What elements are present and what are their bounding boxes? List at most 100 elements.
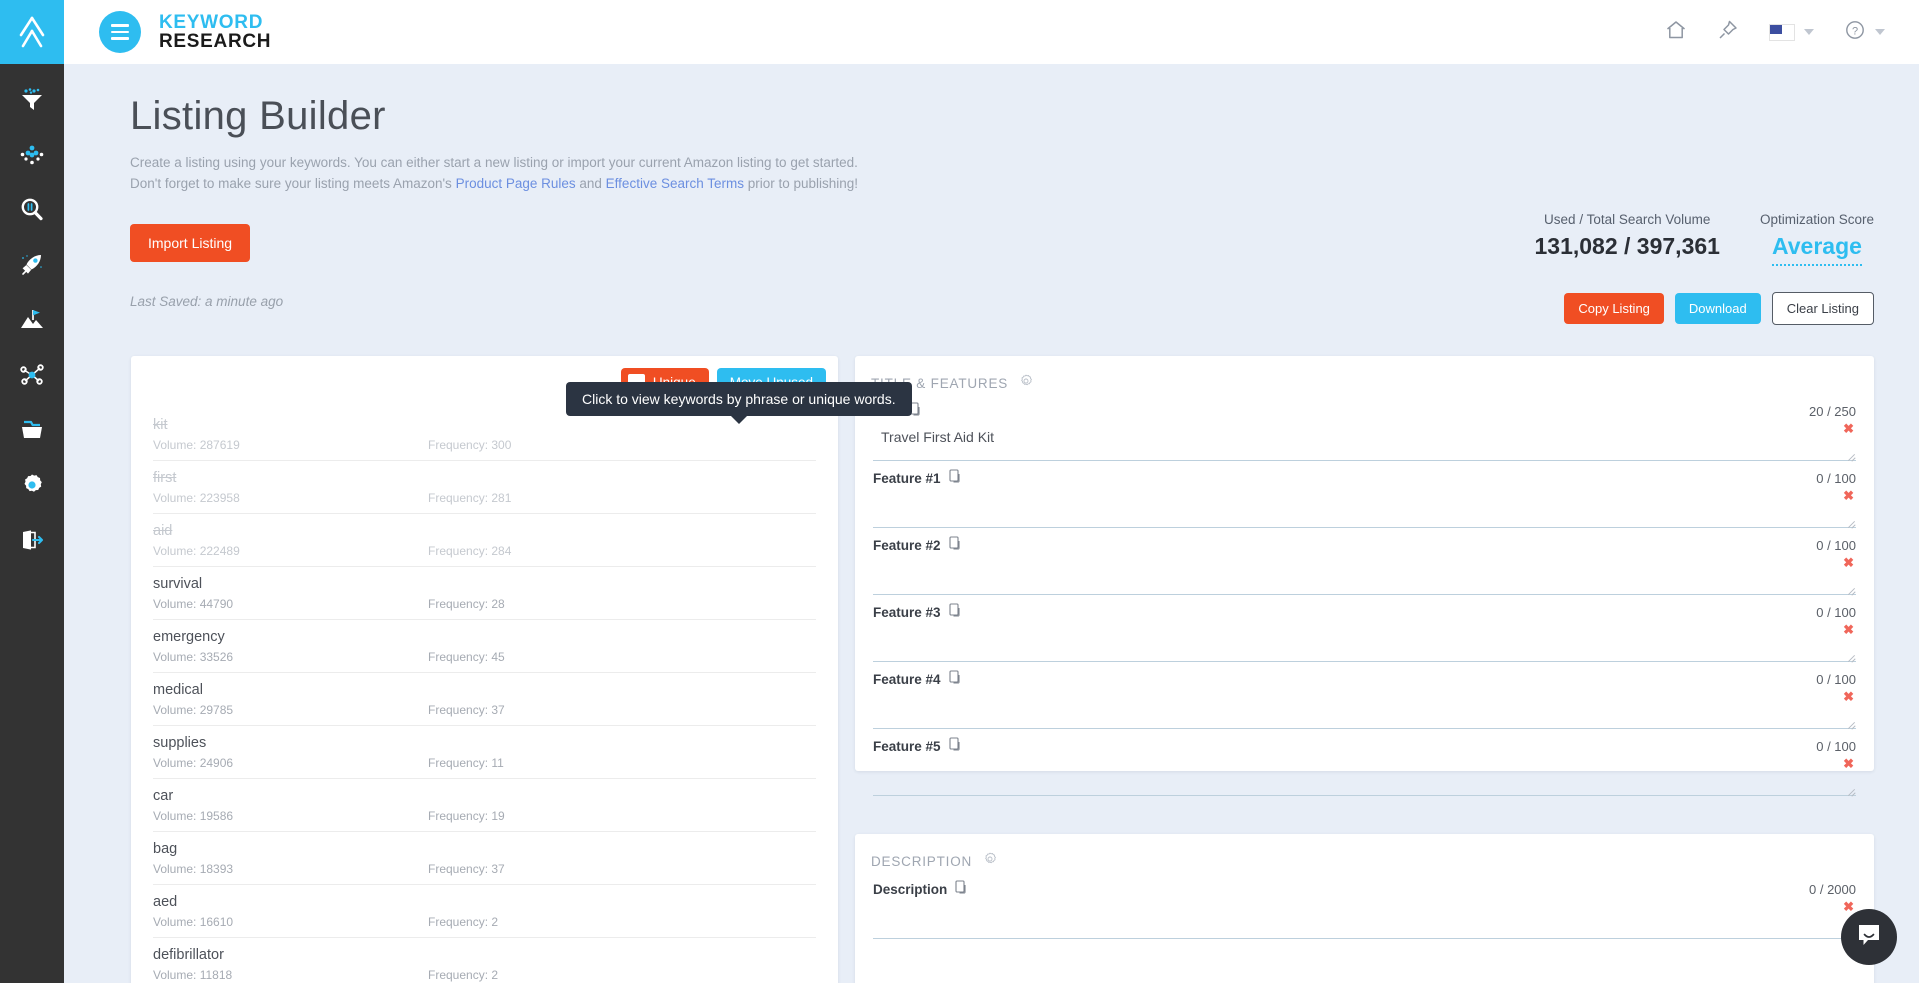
pin-icon — [1717, 19, 1739, 46]
clear-feature-5-icon[interactable]: ✖ — [1843, 757, 1854, 770]
language-selector[interactable] — [1769, 23, 1814, 41]
feature-1-label: Feature #1 — [873, 471, 941, 486]
app-logo[interactable] — [0, 0, 64, 64]
feature-5-input[interactable] — [873, 756, 1856, 796]
mountain-flag-icon — [19, 307, 45, 333]
keyword-volume: Volume: 44790 — [153, 596, 234, 611]
menu-toggle-button[interactable] — [99, 11, 141, 53]
keyword-volume: Volume: 19586 — [153, 808, 234, 823]
keyword-row[interactable]: first Volume: 223958 Frequency: 281 — [153, 461, 816, 514]
feature-3-input[interactable] — [873, 622, 1856, 662]
burger-line — [111, 24, 129, 27]
feature-4-field-header: Feature #4 0 / 100 — [873, 670, 1856, 689]
keyword-row[interactable]: bag Volume: 18393 Frequency: 37 — [153, 832, 816, 885]
burger-line — [111, 37, 129, 40]
feature-2-input[interactable] — [873, 555, 1856, 595]
keyword-row[interactable]: supplies Volume: 24906 Frequency: 11 — [153, 726, 816, 779]
sidebar-item-mountain[interactable] — [0, 292, 64, 347]
unique-tooltip: Click to view keywords by phrase or uniq… — [566, 382, 912, 424]
title-features-panel: TITLE & FEATURES Title 20 / 250 ✖ — [855, 356, 1874, 796]
sidebar-item-search[interactable] — [0, 182, 64, 237]
help-icon: ? — [1844, 19, 1866, 46]
keyword-row[interactable]: emergency Volume: 33526 Frequency: 45 — [153, 620, 816, 673]
keyword-row[interactable]: defibrillator Volume: 11818 Frequency: 2 — [153, 938, 816, 983]
stats-group: Used / Total Search Volume 131,082 / 397… — [1535, 212, 1874, 266]
import-listing-button[interactable]: Import Listing — [130, 224, 251, 262]
copy-listing-button[interactable]: Copy Listing — [1564, 293, 1664, 324]
copy-icon[interactable] — [955, 880, 968, 899]
feature-1-counter: 0 / 100 — [1816, 471, 1856, 486]
copy-icon[interactable] — [948, 536, 962, 555]
listing-actions: Copy Listing Download Clear Listing — [1564, 292, 1874, 325]
keyword-panel: Unique Move Unused kit Volume: 287619 Fr… — [131, 356, 838, 983]
intercom-chat-button[interactable] — [1841, 909, 1897, 965]
search-volume-label: Used / Total Search Volume — [1544, 212, 1711, 227]
clear-feature-2-icon[interactable]: ✖ — [1843, 556, 1854, 569]
clear-description-icon[interactable]: ✖ — [1843, 900, 1854, 913]
sidebar-item-funnel[interactable] — [0, 72, 64, 127]
keyword-volume: Volume: 29785 — [153, 702, 234, 717]
brand-line-2: RESEARCH — [159, 31, 272, 52]
molecule-icon — [19, 142, 45, 168]
keyword-row[interactable]: survival Volume: 44790 Frequency: 28 — [153, 567, 816, 620]
sidebar-item-logout[interactable] — [0, 512, 64, 567]
folder-icon — [19, 417, 45, 443]
help-menu[interactable]: ? — [1844, 19, 1885, 46]
keyword-word: survival — [153, 576, 203, 593]
pin-button[interactable] — [1717, 19, 1739, 46]
download-button[interactable]: Download — [1674, 293, 1761, 324]
feature-2-field-group: Feature #2 0 / 100 ✖ — [873, 528, 1856, 595]
brand-line-1: KEYWORD — [159, 12, 264, 33]
magnifier-icon — [19, 197, 45, 223]
clear-feature-4-icon[interactable]: ✖ — [1843, 690, 1854, 703]
effective-search-terms-link[interactable]: Effective Search Terms — [606, 176, 744, 191]
title-input[interactable] — [873, 421, 1856, 461]
keyword-frequency: Frequency: 37 — [428, 702, 505, 717]
clear-feature-3-icon[interactable]: ✖ — [1843, 623, 1854, 636]
copy-icon[interactable] — [948, 670, 962, 689]
keyword-word: aed — [153, 894, 178, 911]
keyword-volume: Volume: 223958 — [153, 490, 240, 505]
page-description-line-1: Create a listing using your keywords. Yo… — [130, 155, 858, 170]
feature-5-label: Feature #5 — [873, 739, 941, 754]
description-counter: 0 / 2000 — [1809, 882, 1856, 897]
gear-icon[interactable] — [983, 852, 997, 871]
copy-icon[interactable] — [948, 603, 962, 622]
sidebar-item-network[interactable] — [0, 347, 64, 402]
page-body: Listing Builder Create a listing using y… — [64, 64, 1919, 983]
keyword-row[interactable]: medical Volume: 29785 Frequency: 37 — [153, 673, 816, 726]
feature-3-label: Feature #3 — [873, 605, 941, 620]
brand-logo[interactable]: KEYWORD RESEARCH — [159, 13, 271, 51]
sidebar-item-settings[interactable] — [0, 457, 64, 512]
clear-title-icon[interactable]: ✖ — [1843, 422, 1854, 435]
keyword-row[interactable]: aed Volume: 16610 Frequency: 2 — [153, 885, 816, 938]
clear-listing-button[interactable]: Clear Listing — [1771, 292, 1874, 325]
sidebar-item-rocket[interactable] — [0, 237, 64, 292]
page-description-line-2: Don't forget to make sure your listing m… — [130, 176, 1919, 193]
description-input[interactable] — [873, 899, 1856, 939]
home-button[interactable] — [1665, 19, 1687, 46]
keyword-row[interactable]: aid Volume: 222489 Frequency: 284 — [153, 514, 816, 567]
keyword-meta: Volume: 29785 Frequency: 37 — [153, 703, 816, 717]
description-section-label: DESCRIPTION — [871, 853, 973, 869]
home-icon — [1665, 19, 1687, 46]
keyword-row[interactable]: car Volume: 19586 Frequency: 19 — [153, 779, 816, 832]
svg-text:?: ? — [1852, 25, 1858, 37]
feature-4-counter: 0 / 100 — [1816, 672, 1856, 687]
keyword-frequency: Frequency: 281 — [428, 490, 512, 505]
feature-1-input[interactable] — [873, 488, 1856, 528]
keyword-list: kit Volume: 287619 Frequency: 300 first … — [131, 408, 838, 983]
product-page-rules-link[interactable]: Product Page Rules — [456, 176, 576, 191]
copy-icon[interactable] — [948, 737, 962, 756]
page-description: Create a listing using your keywords. Yo… — [130, 155, 1919, 193]
us-flag-icon — [1769, 23, 1795, 41]
gear-icon[interactable] — [1019, 374, 1033, 393]
sidebar-item-molecule[interactable] — [0, 127, 64, 182]
description-field-header: Description 0 / 2000 — [873, 880, 1856, 899]
chevron-down-icon — [1875, 29, 1885, 35]
copy-icon[interactable] — [948, 469, 962, 488]
clear-feature-1-icon[interactable]: ✖ — [1843, 489, 1854, 502]
title-field-group: Title 20 / 250 ✖ — [873, 394, 1856, 461]
feature-4-input[interactable] — [873, 689, 1856, 729]
sidebar-item-folder[interactable] — [0, 402, 64, 457]
